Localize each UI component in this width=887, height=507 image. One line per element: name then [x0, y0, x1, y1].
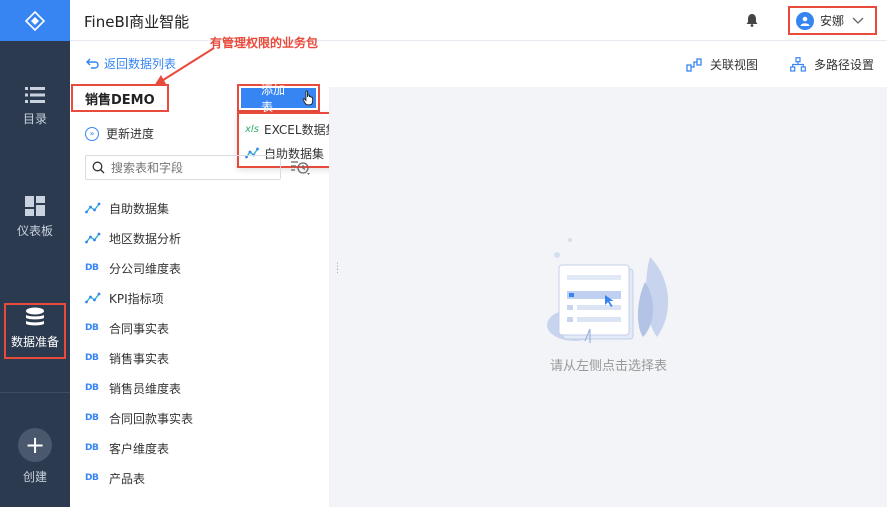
dropdown-label-excel: EXCEL数据集 [264, 122, 338, 137]
hand-cursor-icon [302, 90, 314, 106]
multipath-label: 多路径设置 [814, 58, 875, 72]
nav-item-catalog[interactable]: 目录 [0, 86, 70, 127]
table-list-item[interactable]: DB 合同事实表 [85, 313, 325, 343]
nav-item-data-prep[interactable]: 数据准备 [4, 303, 66, 359]
table-search-box[interactable] [85, 155, 281, 180]
db-label-icon: DB [85, 473, 99, 483]
relation-icon [686, 57, 702, 72]
update-progress-link[interactable]: » 更新进度 [85, 125, 154, 142]
search-icon [92, 161, 105, 174]
nav-divider [0, 392, 70, 393]
table-list-item[interactable]: DB 分公司维度表 [85, 253, 325, 283]
db-label-icon: DB [85, 323, 99, 333]
database-table-icon: DB [85, 323, 101, 333]
self-service-dataset-icon [85, 232, 101, 244]
table-list-label: 合同回款事实表 [109, 411, 194, 426]
table-list-label: 地区数据分析 [109, 231, 182, 246]
db-label-icon: DB [85, 383, 99, 393]
table-list-label: 客户维度表 [109, 441, 170, 456]
table-list: 自助数据集 地区数据分析 DB 分公司维度表 KPI指标项 DB 合同事实表 DB 销售事实表 D… [85, 193, 325, 493]
back-arrow-icon [86, 58, 99, 69]
annotation-label: 有管理权限的业务包 [210, 36, 319, 50]
database-table-icon: DB [85, 353, 101, 363]
bell-icon[interactable] [746, 13, 758, 27]
left-nav: 目录 仪表板 数据准备 + 创建 [0, 0, 70, 507]
empty-state-illustration [547, 238, 669, 343]
database-icon [26, 307, 44, 326]
table-list-item[interactable]: DB 合同回款事实表 [85, 403, 325, 433]
app-title: FineBI商业智能 [84, 13, 190, 31]
db-label-icon: DB [85, 263, 99, 273]
database-table-icon: DB [85, 263, 101, 273]
table-list-label: 自助数据集 [109, 201, 170, 216]
table-list-item[interactable]: DB 产品表 [85, 463, 325, 493]
empty-state-text: 请从左侧点击选择表 [549, 359, 667, 374]
add-table-label: 添加表 [261, 83, 286, 114]
chevron-down-icon [852, 17, 864, 24]
self-service-dataset-icon [85, 292, 101, 304]
nav-item-create[interactable]: + 创建 [0, 428, 70, 485]
package-name: 销售DEMO [71, 84, 169, 112]
avatar [796, 11, 814, 30]
drag-handle-icon[interactable]: ⋮ ⋮ [333, 263, 342, 275]
add-table-button[interactable]: 添加表 [241, 83, 316, 114]
database-table-icon: DB [85, 473, 101, 483]
nav-label-catalog: 目录 [22, 112, 47, 126]
update-progress-label: 更新进度 [106, 127, 155, 141]
table-list-item[interactable]: DB 销售事实表 [85, 343, 325, 373]
table-list-item[interactable]: DB 销售员维度表 [85, 373, 325, 403]
nav-item-dashboard[interactable]: 仪表板 [0, 196, 70, 239]
list-icon [25, 87, 45, 103]
add-table-highlight: 添加表 [237, 83, 320, 114]
database-table-icon: DB [85, 443, 101, 453]
main-panel: 请从左侧点击选择表 [330, 87, 887, 507]
user-menu[interactable]: 安娜 [788, 6, 877, 35]
search-input[interactable] [111, 160, 261, 175]
table-list-item[interactable]: DB 客户维度表 [85, 433, 325, 463]
table-list-label: 销售员维度表 [109, 381, 182, 396]
plus-icon: + [18, 428, 52, 462]
sort-filter-icon[interactable] [290, 160, 312, 176]
nav-label-dashboard: 仪表板 [16, 224, 53, 238]
excel-icon: xls [245, 123, 259, 135]
db-label-icon: DB [85, 413, 99, 423]
table-list-label: KPI指标项 [109, 291, 164, 306]
user-icon [800, 16, 810, 26]
double-chevron-right-icon: » [85, 126, 99, 141]
app-logo[interactable] [0, 0, 70, 41]
table-list-label: 分公司维度表 [109, 261, 182, 276]
logo-icon [24, 10, 46, 31]
database-table-icon: DB [85, 413, 101, 423]
nav-label-create: 创建 [22, 470, 47, 484]
table-list-item[interactable]: 地区数据分析 [85, 223, 325, 253]
user-name: 安娜 [820, 14, 845, 28]
table-list-item[interactable]: 自助数据集 [85, 193, 325, 223]
top-header: FineBI商业智能 安娜 [70, 0, 887, 41]
self-service-dataset-icon [85, 202, 101, 214]
table-list-item[interactable]: KPI指标项 [85, 283, 325, 313]
relation-view-button[interactable]: 关联视图 [686, 56, 758, 73]
table-list-label: 销售事实表 [109, 351, 170, 366]
db-label-icon: DB [85, 353, 99, 363]
table-list-label: 产品表 [109, 471, 146, 486]
nav-label-data-prep: 数据准备 [10, 335, 59, 349]
relation-view-label: 关联视图 [710, 58, 759, 72]
db-label-icon: DB [85, 443, 99, 453]
tree-icon [790, 57, 806, 72]
multipath-settings-button[interactable]: 多路径设置 [790, 56, 874, 73]
database-table-icon: DB [85, 383, 101, 393]
table-list-label: 合同事实表 [109, 321, 170, 336]
dashboard-icon [25, 196, 45, 216]
